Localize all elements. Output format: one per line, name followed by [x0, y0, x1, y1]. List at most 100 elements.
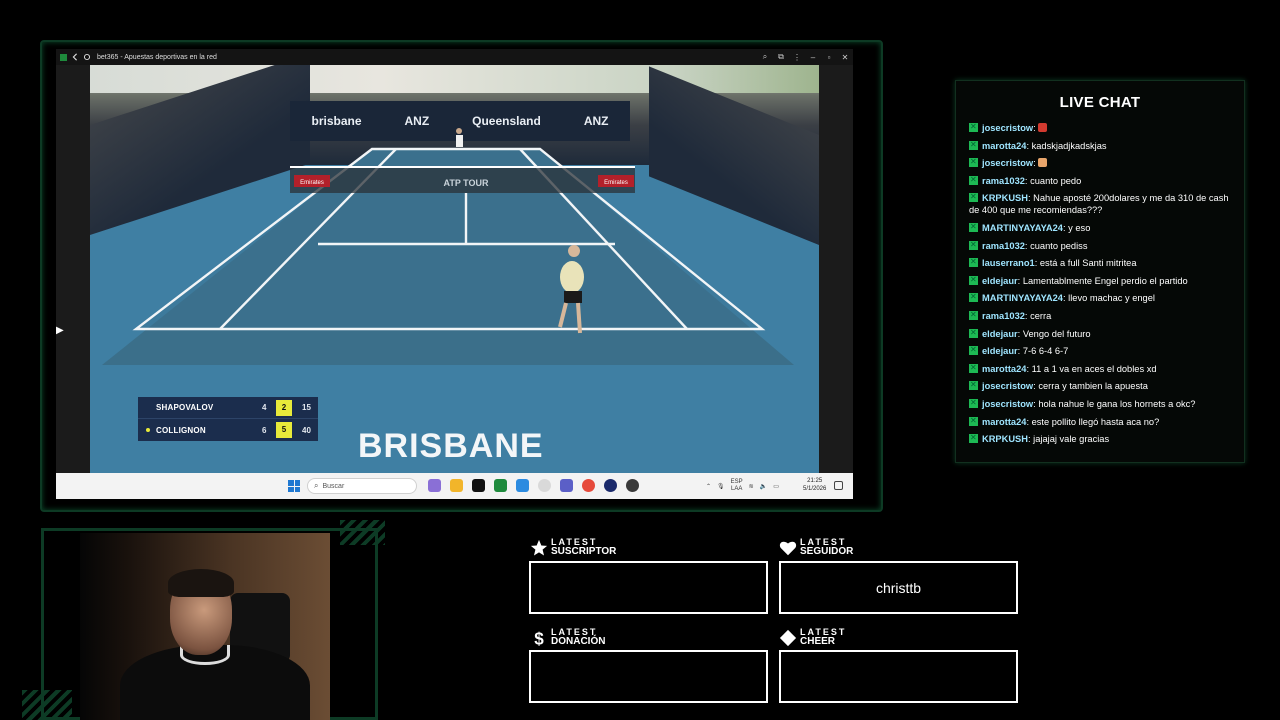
window-title: bet365 - Apuestas deportivas en la red	[97, 53, 217, 61]
kick-badge-icon	[969, 291, 978, 303]
kick-badge-icon	[969, 432, 978, 444]
dollar-icon: $	[534, 629, 544, 647]
browser-window: bet365 - Apuestas deportivas en la red ⌕…	[56, 49, 853, 499]
chat-text: Lamentablmente Engel perdio el partido	[1022, 275, 1188, 286]
chat-username[interactable]: KRPKUSH	[982, 434, 1028, 444]
reload-icon[interactable]	[83, 53, 91, 61]
player-sets: 6	[262, 425, 267, 435]
net-banner-left: Emirates	[300, 180, 324, 186]
chat-message: rama1032: cuanto pedo	[969, 174, 1234, 187]
latest-donation-box	[529, 650, 768, 703]
volume-icon[interactable]: 🔈	[760, 483, 767, 490]
latest-subscriber-box	[529, 561, 768, 614]
webcam-feed	[80, 533, 330, 720]
tennis-video-stream[interactable]: brisbane ANZ Queensland ANZ Emirates Emi	[90, 65, 819, 473]
chat-username[interactable]: josecristow	[982, 399, 1033, 409]
tennis-net: Emirates Emirates ATP TOUR	[290, 166, 635, 193]
chat-username[interactable]: rama1032	[982, 311, 1025, 321]
chat-message: marotta24: 11 a 1 va en aces el dobles x…	[969, 362, 1234, 375]
streamer-hair	[168, 569, 234, 597]
chat-username[interactable]: eldejaur	[982, 329, 1018, 339]
bet365-app-icon[interactable]	[494, 479, 507, 492]
mic-icon[interactable]: 🎙	[717, 483, 725, 490]
kick-badge-icon	[969, 309, 978, 321]
chat-username[interactable]: rama1032	[982, 241, 1025, 251]
chat-message: lauserrano1: está a full Santi mitritea	[969, 256, 1234, 269]
chat-username[interactable]: eldejaur	[982, 276, 1018, 286]
kick-badge-icon	[969, 362, 978, 374]
tiktok-icon[interactable]	[472, 479, 485, 492]
chat-username[interactable]: lauserrano1	[982, 258, 1035, 268]
hand-emoji-icon	[1038, 158, 1048, 168]
chat-message: rama1032: cerra	[969, 309, 1234, 322]
chat-message: eldejaur: Lamentablmente Engel perdio el…	[969, 274, 1234, 287]
mouse-cursor-icon: ▶	[56, 325, 64, 336]
latest-follower-label: LATEST SEGUIDOR	[779, 538, 853, 557]
kick-badge-icon	[969, 327, 978, 339]
venue-text: BRISBANE	[358, 427, 544, 465]
extensions-icon[interactable]: ⧉	[773, 52, 789, 62]
chat-message: KRPKUSH: Nahue aposté 200dolares y me da…	[969, 191, 1234, 216]
taskbar-clock[interactable]: 21:25 5/1/2026	[803, 477, 826, 493]
latest-follower-value: christtb	[875, 579, 922, 596]
chat-text: cuanto pedo	[1030, 175, 1082, 186]
edge-icon[interactable]	[516, 479, 529, 492]
chrome-icon[interactable]	[582, 479, 595, 492]
whatsapp-icon[interactable]	[538, 479, 551, 492]
battery-icon[interactable]: ▭	[773, 483, 779, 490]
zoom-icon[interactable]: ⌕	[757, 52, 773, 62]
chat-text: kadskjadjkadskjas	[1031, 140, 1107, 151]
chat-message: KRPKUSH: jajajaj vale gracias	[969, 432, 1234, 445]
latest-cheer-box	[779, 650, 1018, 703]
clock-time: 21:25	[807, 478, 823, 484]
chat-username[interactable]: eldejaur	[982, 346, 1018, 356]
windows-start-icon[interactable]	[288, 480, 300, 492]
chevron-up-icon[interactable]: ⌃	[706, 483, 711, 490]
kick-badge-icon	[969, 415, 978, 427]
chat-message: josecristow: cerra y tambien la apuesta	[969, 379, 1234, 392]
score-row-player2: COLLIGNON 6 5 40	[138, 419, 318, 441]
chat-username[interactable]: rama1032	[982, 176, 1025, 186]
chat-username[interactable]: MARTINYAYAYA24	[982, 293, 1063, 303]
clock-date: 5/1/2026	[803, 486, 827, 492]
player-far	[456, 128, 463, 147]
notifications-icon[interactable]	[834, 481, 843, 490]
obs-icon[interactable]	[626, 479, 639, 492]
wifi-icon[interactable]: ≋	[749, 483, 754, 490]
language-indicator[interactable]: ESP LAA	[731, 479, 743, 493]
chat-text: jajajaj vale gracias	[1033, 434, 1110, 445]
file-explorer-icon[interactable]	[450, 479, 463, 492]
maximize-button[interactable]: ▫	[821, 53, 837, 62]
chat-username[interactable]: marotta24	[982, 417, 1026, 427]
chat-username[interactable]: josecristow	[982, 158, 1033, 168]
player-sets: 4	[262, 403, 267, 412]
kick-badge-icon	[969, 156, 978, 168]
taskbar-search-input[interactable]: ⌕ Buscar	[307, 478, 417, 494]
minimize-button[interactable]: –	[805, 53, 821, 62]
app-icon[interactable]	[604, 479, 617, 492]
chat-message: josecristow:	[969, 156, 1234, 169]
player-points: 40	[302, 425, 311, 435]
back-icon[interactable]	[71, 53, 79, 61]
chat-username[interactable]: josecristow	[982, 381, 1033, 391]
windows-taskbar: ⌕ Buscar ⌃ 🎙 ESP LAA ≋ 🔈 ▭ 21:25 5/1/2026	[56, 473, 853, 499]
app-icon	[60, 53, 67, 61]
close-button[interactable]: ✕	[837, 53, 853, 62]
kick-badge-icon	[969, 221, 978, 233]
chat-text: cerra	[1030, 310, 1052, 321]
chat-username[interactable]: MARTINYAYAYA24	[982, 223, 1063, 233]
latest-follower-box: christtb	[779, 561, 1018, 614]
copilot-icon[interactable]	[428, 479, 441, 492]
chat-message: marotta24: kadskjadjkadskjas	[969, 139, 1234, 152]
chat-username[interactable]: josecristow	[982, 123, 1033, 133]
chat-username[interactable]: KRPKUSH	[982, 193, 1028, 203]
kick-badge-icon	[969, 256, 978, 268]
chat-message: eldejaur: 7-6 6-4 6-7	[969, 344, 1234, 357]
kick-badge-icon	[969, 139, 978, 151]
chat-username[interactable]: marotta24	[982, 364, 1026, 374]
chat-username[interactable]: marotta24	[982, 141, 1026, 151]
chat-message: MARTINYAYAYA24: llevo machac y engel	[969, 291, 1234, 304]
kick-badge-icon	[969, 379, 978, 391]
more-menu-icon[interactable]: ⋮	[789, 53, 805, 62]
teams-icon[interactable]	[560, 479, 573, 492]
